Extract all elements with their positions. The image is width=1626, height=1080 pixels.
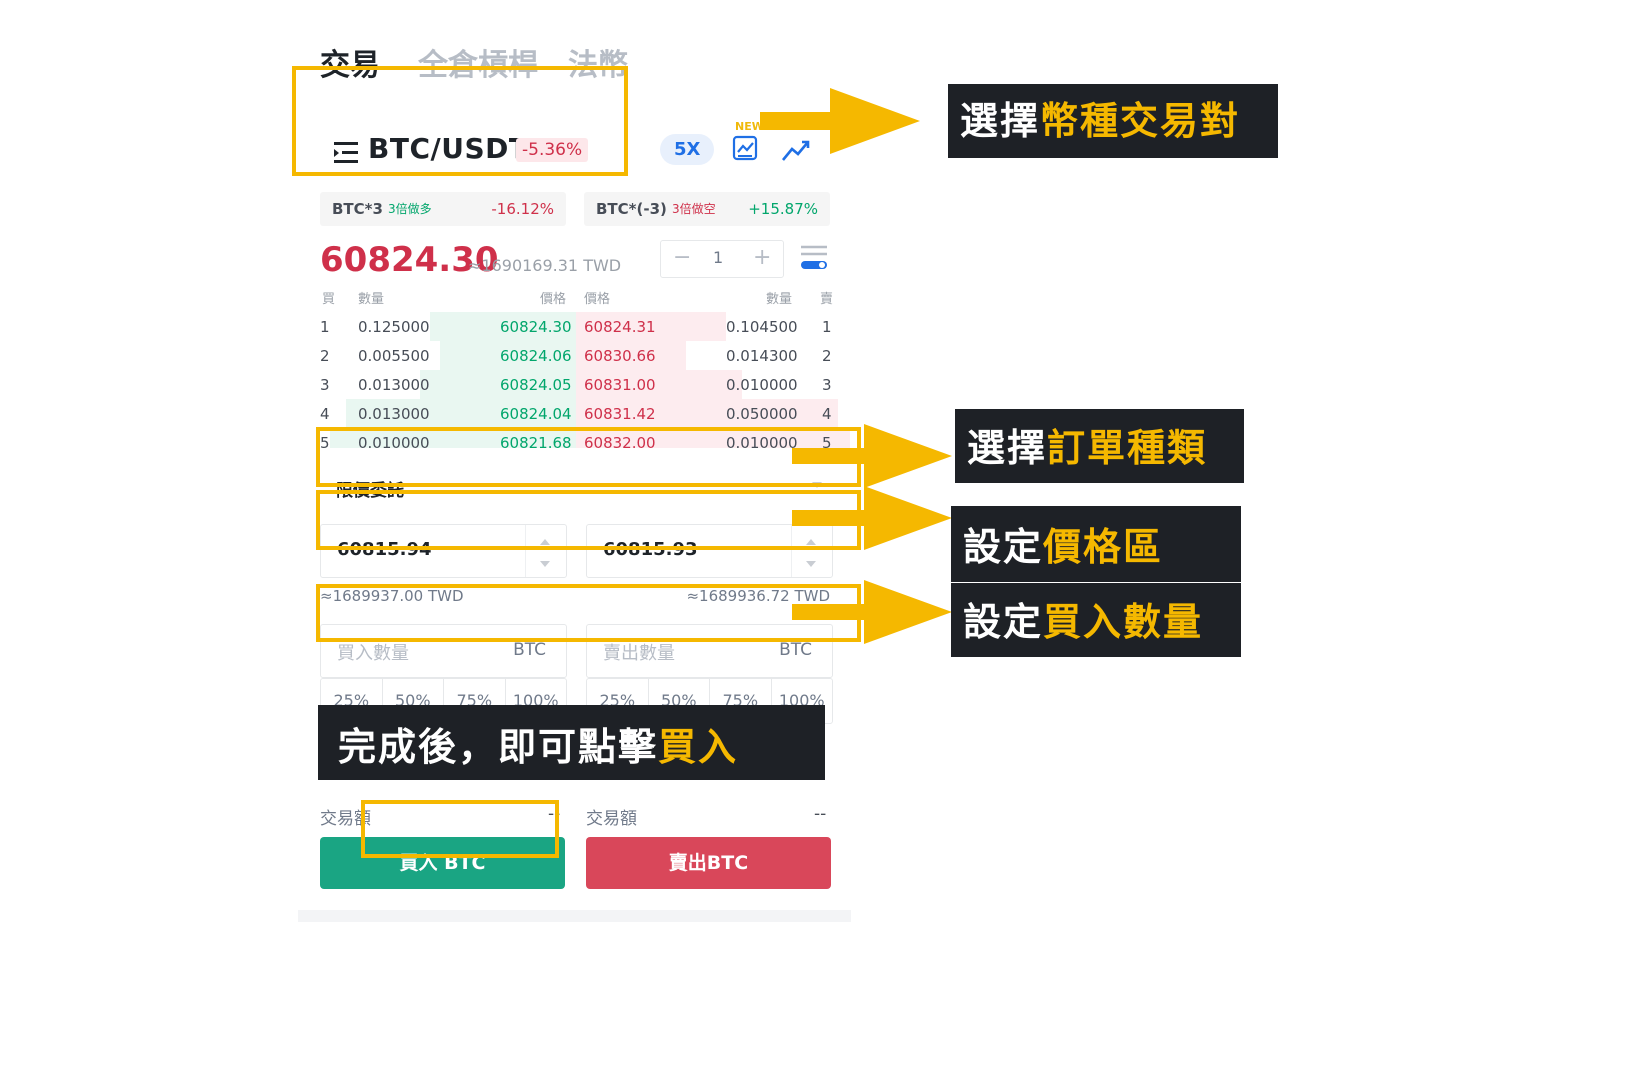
token-tag: 3倍做空 [672, 202, 716, 216]
sell-volume-value: -- [814, 804, 827, 824]
ob-header-buy: 買 [322, 292, 336, 307]
ob-header-price: 價格 [584, 292, 611, 307]
orderbook-row[interactable]: 2 0.005500 60824.06 60830.66 0.014300 2 [310, 341, 850, 370]
ob-header-sell: 賣 [820, 292, 834, 307]
token-tag: 3倍做多 [388, 202, 432, 216]
highlight-buy-button [361, 800, 559, 858]
annotation-done: 完成後，即可點擊買入 [318, 705, 825, 780]
highlight-price [316, 490, 861, 550]
display-settings-icon[interactable] [798, 242, 830, 272]
arrow-head-price [864, 486, 952, 550]
orderbook-row[interactable]: 3 0.013000 60824.05 60831.00 0.010000 3 [310, 370, 850, 399]
ob-header-price: 價格 [540, 292, 567, 307]
leverage-badge[interactable]: 5X [660, 134, 715, 165]
annotation-price: 設定價格區 [951, 506, 1241, 582]
orderbook-row[interactable]: 4 0.013000 60824.04 60831.42 0.050000 4 [310, 399, 850, 428]
minus-icon[interactable]: − [673, 245, 691, 270]
orderbook-row[interactable]: 1 0.125000 60824.30 60824.31 0.104500 1 [310, 312, 850, 341]
leveraged-token-long[interactable]: BTC*3 3倍做多 -16.12% [320, 192, 566, 226]
highlight-qty [316, 584, 861, 642]
depth-value: 1 [713, 248, 724, 267]
annotation-qty: 設定買入數量 [951, 583, 1241, 657]
token-change: -16.12% [491, 200, 554, 218]
token-name: BTC*3 [332, 200, 383, 218]
trend-icon[interactable] [780, 136, 814, 166]
last-price-twd: ≈1690169.31 TWD [468, 256, 622, 275]
token-name: BTC*(-3) [596, 200, 667, 218]
bottom-divider [298, 910, 851, 922]
arrow-head-pair [830, 88, 920, 154]
arrow-pair [760, 112, 840, 130]
arrow-head-order-type [864, 424, 952, 488]
highlight-order-type [316, 427, 861, 487]
leveraged-token-short[interactable]: BTC*(-3) 3倍做空 +15.87% [584, 192, 830, 226]
sell-button[interactable]: 賣出BTC [586, 837, 831, 889]
token-change: +15.87% [748, 200, 818, 218]
arrow-head-qty [864, 580, 952, 644]
arrow-order-type [792, 448, 872, 464]
highlight-pair [292, 66, 628, 176]
arrow-price [792, 510, 872, 526]
sell-volume-label: 交易額 [586, 809, 637, 829]
annotation-pair: 選擇幣種交易對 [948, 84, 1278, 158]
ob-header-qty: 數量 [766, 292, 793, 307]
ob-header-qty: 數量 [358, 292, 385, 307]
depth-stepper[interactable]: − 1 + [660, 240, 784, 278]
chart-icon[interactable] [730, 132, 762, 164]
annotation-order-type: 選擇訂單種類 [955, 409, 1244, 483]
plus-icon[interactable]: + [753, 245, 771, 270]
arrow-qty [792, 604, 872, 620]
